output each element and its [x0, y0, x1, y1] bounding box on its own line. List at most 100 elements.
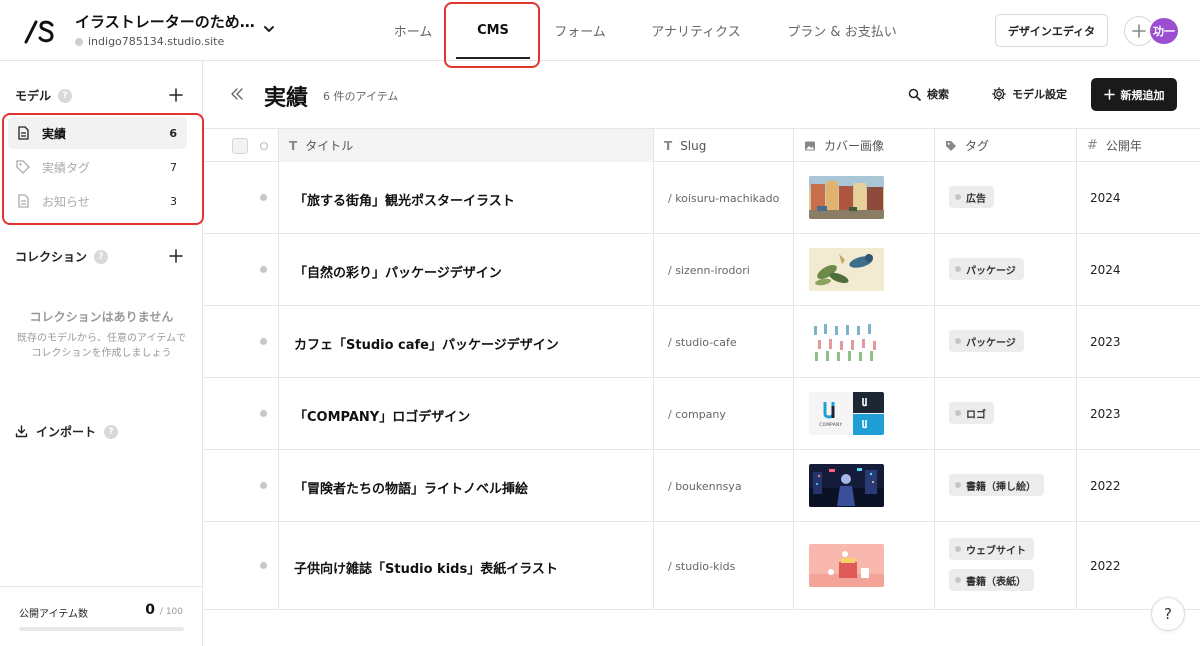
tab-analytics[interactable]: アナリティクス	[636, 0, 756, 61]
site-url[interactable]: indigo785134.studio.site	[75, 35, 224, 48]
row-year: 2022	[1090, 479, 1121, 493]
published-items-counter: 公開アイテム数 0 / 100	[0, 586, 203, 646]
kids-magazine-image	[809, 544, 884, 587]
page-title: 実績	[264, 86, 309, 111]
status-dot-icon	[260, 266, 267, 273]
row-slug: / koisuru-machikado	[668, 192, 780, 205]
help-icon[interactable]: ?	[94, 249, 109, 264]
status-dot-icon	[260, 194, 267, 201]
published-items-label: 公開アイテム数	[19, 609, 88, 620]
tab-form[interactable]: フォーム	[544, 0, 616, 61]
search-button[interactable]: 検索	[908, 86, 949, 102]
cover-image-thumbnail[interactable]	[809, 248, 884, 291]
site-url-text: indigo785134.studio.site	[88, 35, 225, 48]
table-header: T タイトル T Slug カバー画像 タグ # 公開年	[204, 128, 1200, 162]
row-title: 「旅する街角」観光ポスターイラスト	[294, 194, 515, 209]
column-tag-label: タグ	[965, 139, 990, 153]
tag-chip[interactable]: 書籍（表紙）	[949, 569, 1034, 591]
cover-image-thumbnail[interactable]	[809, 464, 884, 507]
search-icon	[908, 88, 921, 101]
add-collection-plus-icon[interactable]	[168, 248, 184, 264]
table-row[interactable]: 「旅する街角」観光ポスターイラスト / koisuru-machikado 広告…	[204, 162, 1200, 234]
tag-dot-icon	[955, 194, 961, 200]
cover-image-thumbnail[interactable]: COMPANY	[809, 392, 884, 435]
table-row[interactable]: 「自然の彩り」パッケージデザイン / sizenn-irodori パッケージ …	[204, 234, 1200, 306]
design-editor-button[interactable]: デザインエディタ	[995, 14, 1108, 47]
character-lineup-image	[809, 320, 884, 363]
status-ring-icon	[260, 142, 268, 150]
tag-chip[interactable]: パッケージ	[949, 330, 1024, 352]
number-type-icon: #	[1087, 138, 1098, 153]
tab-cms[interactable]: CMS	[450, 0, 536, 61]
table-row[interactable]: 「COMPANY」ロゴデザイン / company COMPANY ロゴ 202…	[204, 378, 1200, 450]
tag-chip[interactable]: 広告	[949, 186, 994, 208]
status-dot-icon	[260, 482, 267, 489]
table-row[interactable]: 子供向け雑誌「Studio kids」表紙イラスト / studio-kids …	[204, 522, 1200, 610]
text-type-icon: T	[664, 138, 673, 153]
import-button[interactable]: インポート ?	[15, 423, 119, 440]
row-year: 2023	[1090, 335, 1121, 349]
model-settings-label: モデル設定	[1012, 88, 1067, 101]
add-new-item-button[interactable]: 新規追加	[1091, 78, 1177, 111]
tag-chip[interactable]: ウェブサイト	[949, 538, 1034, 560]
row-slug: / studio-kids	[668, 560, 736, 573]
tag-chip[interactable]: 書籍（挿し絵）	[949, 474, 1044, 496]
table-row[interactable]: カフェ「Studio cafe」パッケージデザイン / studio-cafe …	[204, 306, 1200, 378]
table-row[interactable]: 「冒険者たちの物語」ライトノベル挿絵 / boukennsya 書籍（挿し絵）	[204, 450, 1200, 522]
column-header-tag[interactable]: タグ	[935, 129, 1076, 162]
plus-icon	[1103, 89, 1115, 100]
cover-image-thumbnail[interactable]	[809, 320, 884, 363]
published-items-value: 0 / 100	[145, 602, 183, 618]
models-heading: モデル ?	[15, 87, 73, 104]
plus-icon	[1132, 24, 1146, 38]
active-tab-underline	[456, 57, 530, 59]
sidebar-item-jisseki-tag[interactable]: 実績タグ 7	[8, 151, 187, 183]
text-type-icon: T	[289, 138, 298, 153]
column-year-label: 公開年	[1105, 139, 1142, 153]
row-year: 2023	[1090, 407, 1121, 421]
tag-label: ロゴ	[966, 409, 986, 421]
column-title-label: タイトル	[305, 139, 354, 153]
botanical-bird-image	[809, 248, 884, 291]
model-settings-button[interactable]: モデル設定	[992, 86, 1067, 102]
company-logo-image	[809, 392, 884, 435]
tag-dot-icon	[955, 482, 961, 488]
user-avatar[interactable]: 功一	[1148, 16, 1180, 46]
cover-image-thumbnail[interactable]	[809, 176, 884, 219]
studio-logo-icon[interactable]	[22, 16, 56, 46]
column-header-slug[interactable]: T Slug	[654, 129, 793, 162]
help-icon[interactable]: ?	[58, 88, 73, 103]
tab-home[interactable]: ホーム	[380, 0, 446, 61]
sidebar-item-news[interactable]: お知らせ 3	[8, 185, 187, 217]
column-header-cover[interactable]: カバー画像	[794, 129, 934, 162]
row-year: 2022	[1090, 559, 1121, 573]
row-slug: / boukennsya	[668, 480, 742, 493]
tag-label: ウェブサイト	[966, 545, 1026, 557]
help-icon[interactable]: ?	[104, 424, 119, 439]
logo-caption: COMPANY	[819, 422, 843, 427]
sidebar-item-label: お知らせ	[42, 194, 90, 209]
site-title[interactable]: イラストレーターのため…	[75, 11, 255, 32]
add-model-plus-icon[interactable]	[168, 87, 184, 103]
help-button[interactable]: ?	[1151, 597, 1185, 631]
models-heading-label: モデル	[15, 89, 52, 103]
status-dot-icon	[260, 410, 267, 417]
tag-chip[interactable]: パッケージ	[949, 258, 1024, 280]
row-year: 2024	[1090, 263, 1121, 277]
select-all-checkbox[interactable]	[232, 138, 248, 154]
row-title: カフェ「Studio cafe」パッケージデザイン	[294, 338, 559, 353]
sidebar-item-jisseki[interactable]: 実績 6	[8, 117, 187, 149]
search-label: 検索	[927, 88, 949, 101]
document-icon	[18, 126, 29, 140]
tab-plan-billing[interactable]: プラン & お支払い	[772, 0, 912, 61]
column-header-title[interactable]: T タイトル	[279, 129, 653, 162]
collapse-sidebar-icon[interactable]	[229, 86, 245, 102]
tag-chip[interactable]: ロゴ	[949, 402, 994, 424]
cover-image-thumbnail[interactable]	[809, 544, 884, 587]
column-header-year[interactable]: # 公開年	[1077, 129, 1200, 162]
collections-empty-line: コレクションを作成しましょう	[31, 348, 172, 359]
chevron-down-icon[interactable]	[262, 22, 276, 36]
collections-empty-description: 既存のモデルから、任意のアイテムで コレクションを作成しましょう	[0, 331, 203, 361]
tag-dot-icon	[955, 546, 961, 552]
row-slug: / sizenn-irodori	[668, 264, 750, 277]
